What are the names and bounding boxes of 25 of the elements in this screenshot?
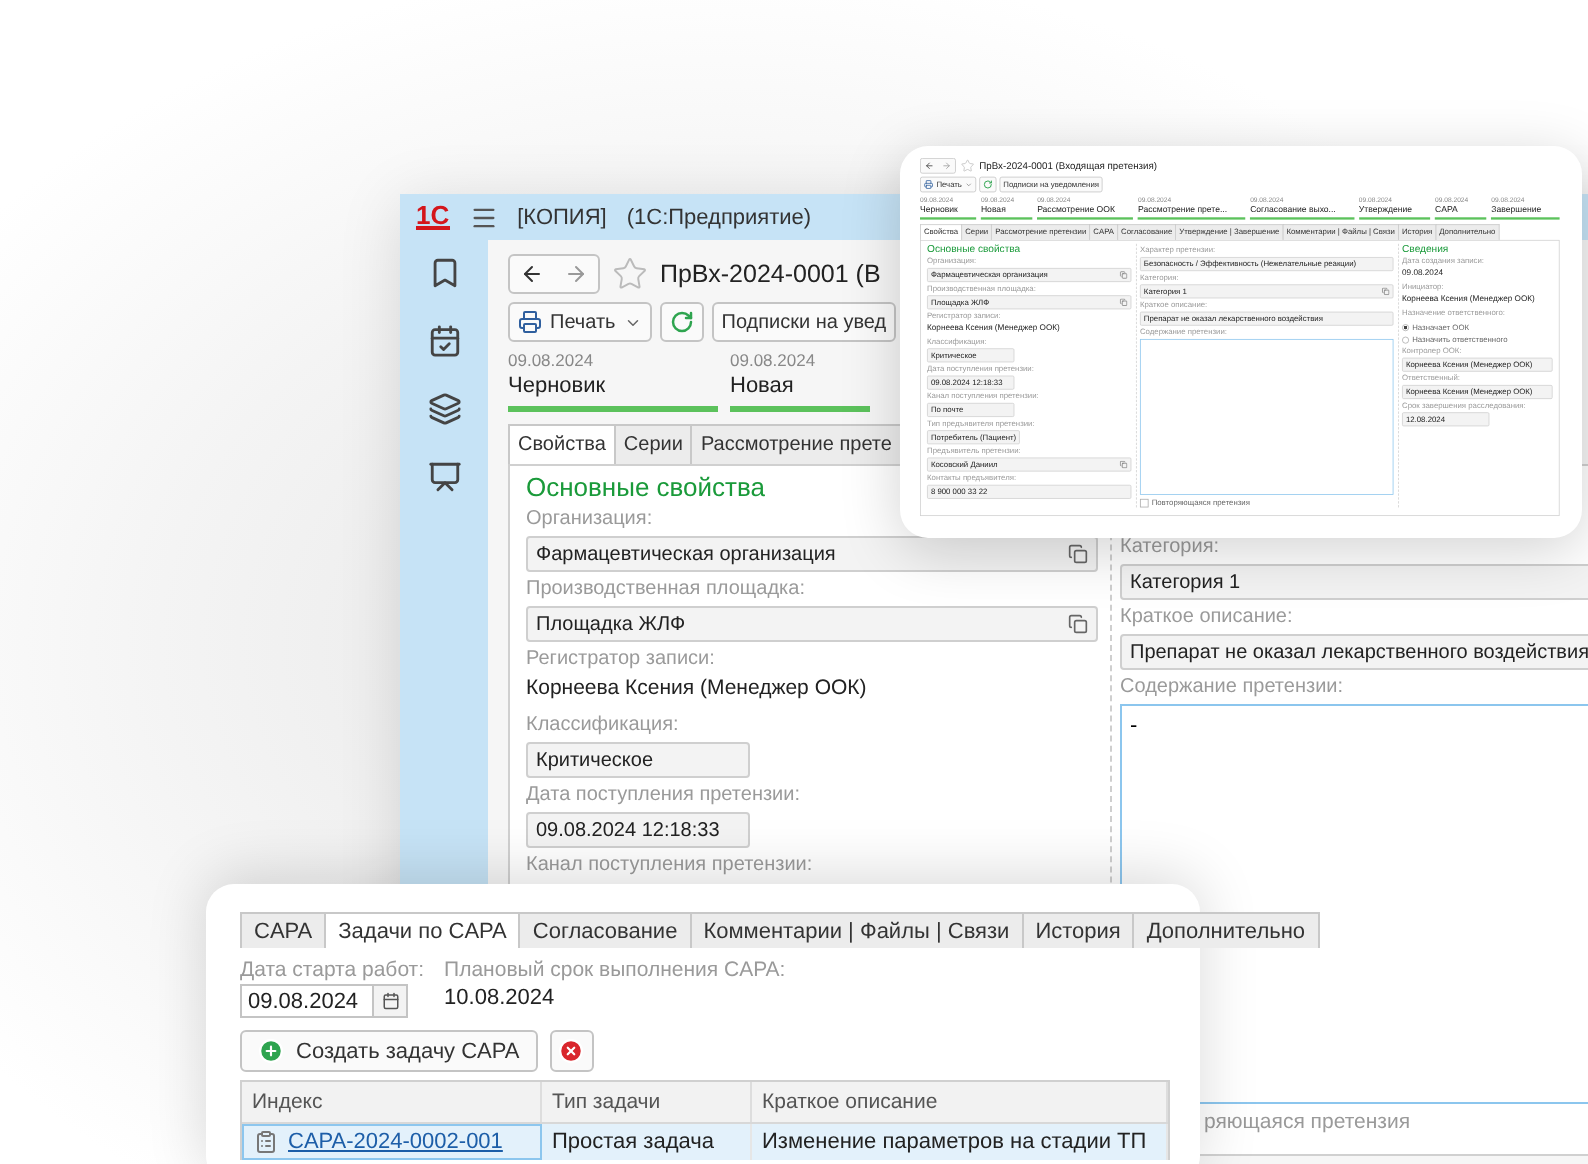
- stage-date: 09.08.2024: [508, 350, 594, 370]
- field-value: 10.08.2024: [444, 984, 555, 1014]
- field-value: Корнеева Ксения (Менеджер ООК): [526, 676, 867, 702]
- field-label: Дата старта работ:: [240, 958, 425, 982]
- window-title: [КОПИЯ]: [517, 205, 607, 229]
- table-cell: Простая задача: [542, 1124, 752, 1160]
- stage-date: 09.08.2024: [730, 350, 816, 370]
- table-cell: Изменение параметров на стадии ТП: [752, 1124, 1168, 1160]
- field-label: Классификация:: [526, 714, 679, 738]
- field-label: Содержание претензии:: [1120, 676, 1344, 700]
- field-label: Категория:: [1120, 536, 1220, 560]
- app-name: (1С:Предприятие): [626, 205, 812, 229]
- field-label: Производственная площадка:: [526, 578, 805, 602]
- section-title: Основные свойства: [526, 474, 765, 502]
- field-label: Плановый срок выполнения CAPA:: [444, 958, 786, 982]
- field-label: Краткое описание:: [1120, 606, 1293, 630]
- field-label: Регистратор записи:: [526, 648, 715, 672]
- field-label: Организация:: [526, 508, 653, 532]
- document-title: ПрВх-2024-0001 (В: [660, 260, 881, 288]
- stage-name: Черновик: [508, 374, 606, 400]
- field-label: Дата поступления претензии:: [526, 784, 800, 808]
- logo: 1С: [416, 204, 450, 230]
- checkbox-label: ряющаяся претензия: [1204, 1110, 1411, 1134]
- field-label: Канал поступления претензии:: [526, 854, 813, 878]
- stage-name: Новая: [730, 374, 794, 400]
